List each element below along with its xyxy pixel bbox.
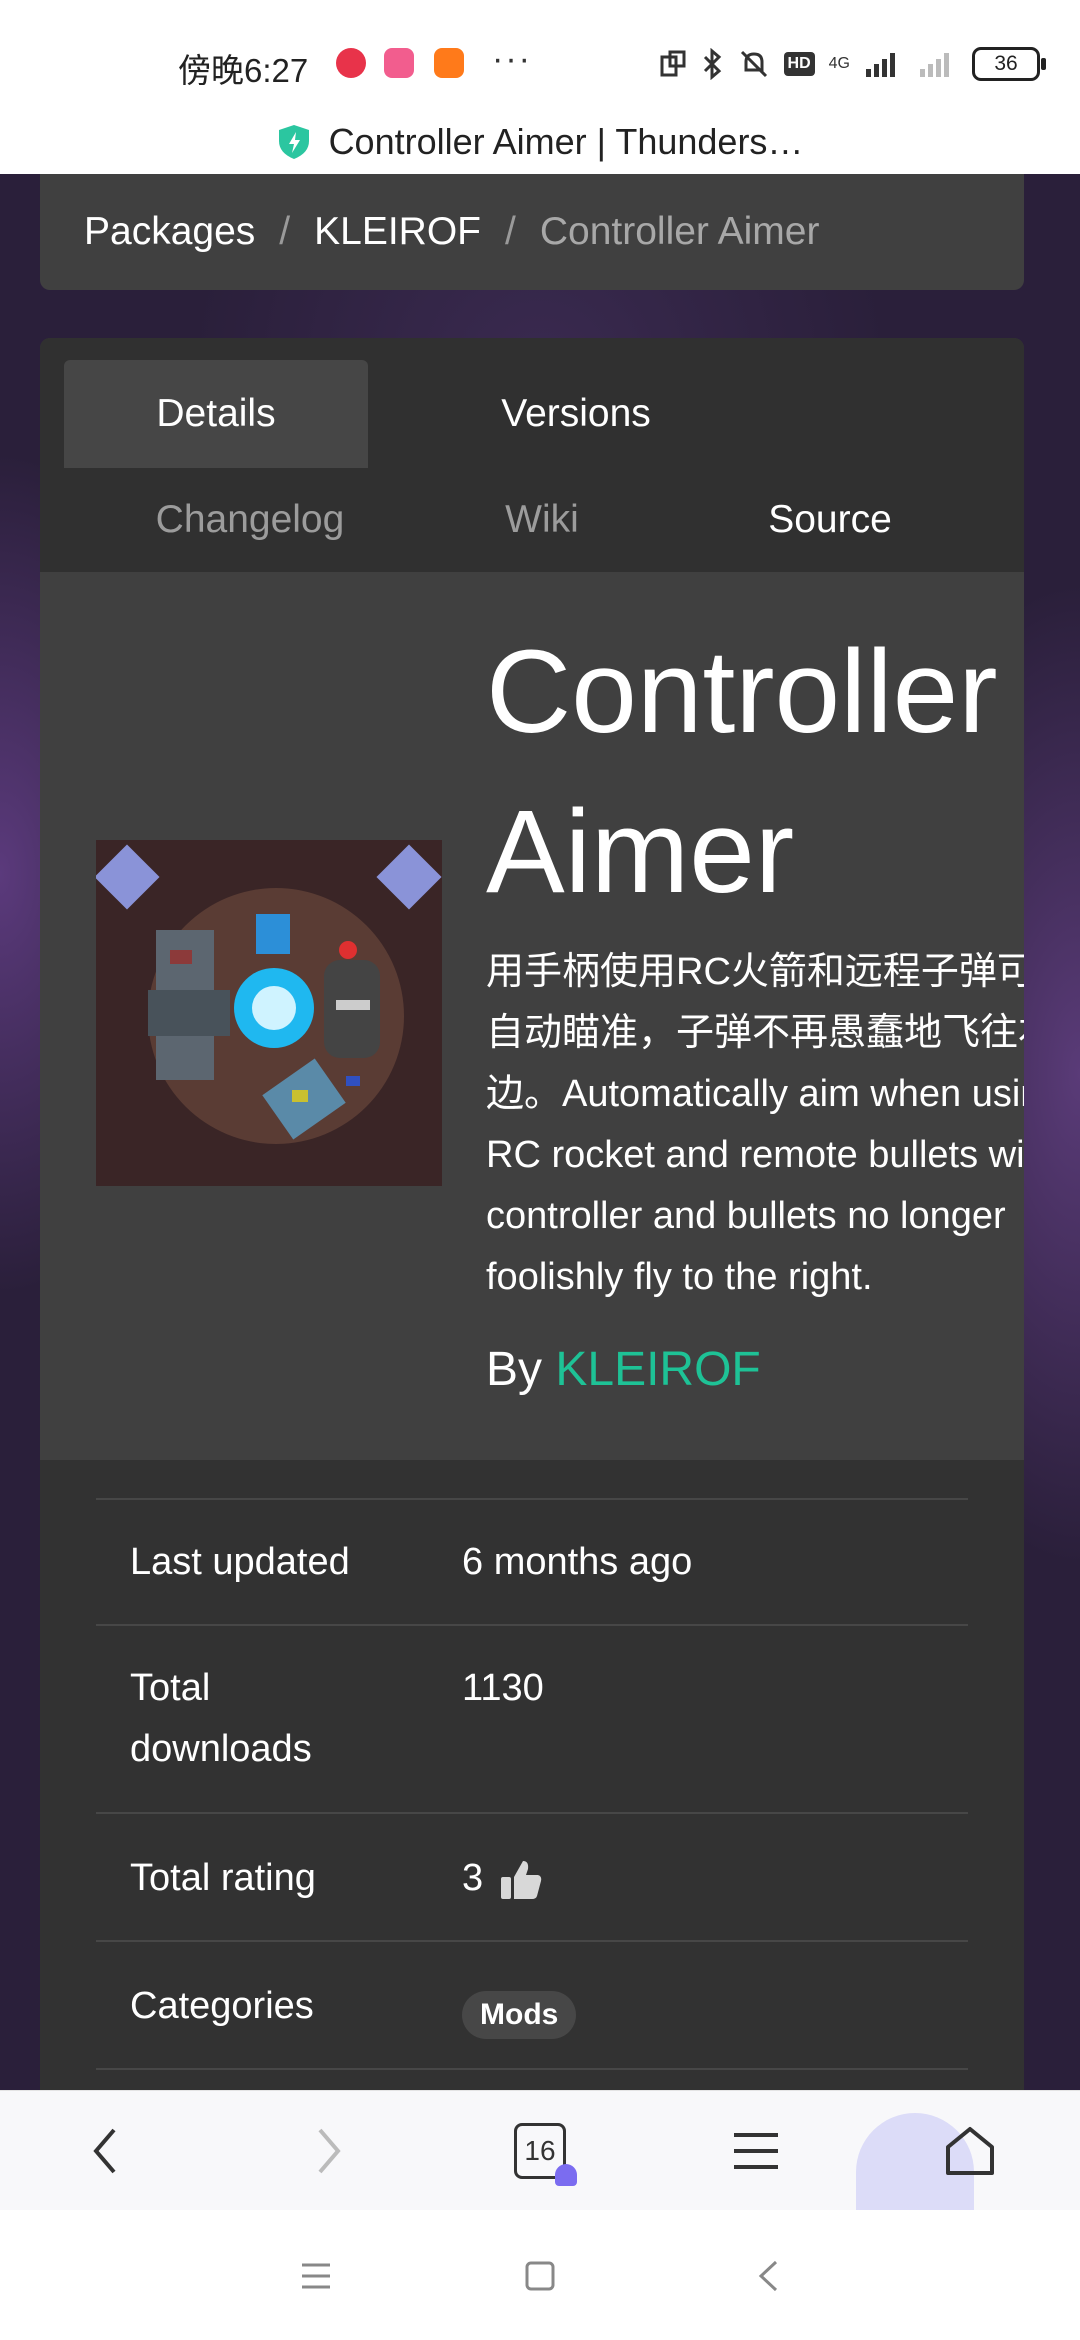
hd-icon: HD (783, 52, 815, 76)
package-metadata: Last updated 6 months ago Total download… (40, 1460, 1024, 2090)
meta-row-rating: Total rating 3 (96, 1812, 968, 1942)
battery-icon: 36 (972, 47, 1046, 81)
home-nav-button[interactable] (510, 2246, 570, 2306)
meta-label: Last updated (130, 1541, 350, 1583)
package-description: 用手柄使用RC火箭和远程子弹可以自动瞄准，子弹不再愚蠢地飞往右边。Automat… (486, 951, 1024, 1298)
breadcrumb-separator: / (279, 210, 291, 253)
shopping-app-icon (434, 48, 464, 78)
bilibili-app-icon (384, 48, 414, 78)
tab-details[interactable]: Details (64, 360, 368, 468)
bluetooth-icon (703, 48, 721, 80)
status-time: 傍晚6:27 (178, 52, 309, 89)
system-navigation-bar (0, 2210, 1080, 2340)
package-tabs: Details Versions Changelog Wiki Source (40, 338, 1024, 572)
package-header: Controller Aimer 用手柄使用RC火箭和远程子弹可以自动瞄准，子弹… (40, 572, 1024, 1460)
forward-button[interactable] (288, 2111, 368, 2191)
meta-label: Total downloads (130, 1667, 312, 1770)
menu-lines-icon (302, 2263, 330, 2289)
tab-versions[interactable]: Versions (426, 360, 726, 468)
hamburger-icon (734, 2133, 778, 2169)
meta-divider (96, 2068, 968, 2072)
ghost-badge-icon (555, 2164, 577, 2186)
music-app-icon (336, 48, 366, 78)
tabs-button[interactable]: 16 (500, 2111, 580, 2191)
package-author: By KLEIROF (486, 1342, 761, 1397)
thumbs-up-icon[interactable] (499, 1857, 543, 1901)
tab-source[interactable]: Source (740, 468, 920, 572)
category-badge[interactable]: Mods (462, 1991, 577, 2039)
home-icon (946, 2127, 994, 2175)
page-title: Controller Aimer | Thunders… (328, 121, 804, 162)
back-nav-button[interactable] (738, 2246, 798, 2306)
status-icons: HD 4G 36 (658, 44, 1046, 84)
browser-toolbar: 16 (0, 2090, 1080, 2223)
meta-label: Total rating (130, 1857, 316, 1899)
meta-value: 3 (462, 1848, 543, 1909)
meta-row-categories: Categories Mods (96, 1940, 968, 2070)
square-icon (525, 2261, 555, 2291)
signal-icon (866, 53, 895, 77)
meta-value: 1130 (462, 1667, 544, 1709)
meta-label: Categories (130, 1985, 314, 2027)
by-label: By (486, 1343, 543, 1396)
breadcrumb-current: Controller Aimer (539, 210, 820, 253)
recent-apps-button[interactable] (286, 2246, 346, 2306)
breadcrumb-separator: / (505, 210, 516, 253)
menu-button[interactable] (716, 2111, 796, 2191)
author-link[interactable]: KLEIROF (555, 1343, 760, 1396)
breadcrumb-author[interactable]: KLEIROF (314, 210, 481, 254)
chevron-right-icon (318, 2128, 341, 2174)
status-bar: 傍晚6:27 ··· HD 4G 36 (0, 0, 1080, 110)
meta-value: Mods (462, 1982, 577, 2043)
rating-count: 3 (462, 1857, 484, 1899)
tab-wiki[interactable]: Wiki (482, 468, 602, 572)
package-title: Controller Aimer (486, 626, 998, 918)
back-button[interactable] (66, 2111, 146, 2191)
package-icon (96, 840, 442, 1186)
package-card: Details Versions Changelog Wiki Source C… (40, 338, 1024, 2090)
home-button[interactable] (930, 2111, 1010, 2191)
signal-weak-icon (920, 53, 949, 77)
chevron-left-icon (93, 2128, 116, 2174)
shield-icon (278, 125, 309, 159)
tab-count: 16 (514, 2123, 577, 2186)
breadcrumb-packages[interactable]: Packages (84, 210, 255, 254)
screen-rotate-icon (660, 50, 686, 77)
mute-bell-icon (740, 50, 767, 78)
network-type: 4G (828, 55, 850, 72)
more-notifications-icon: ··· (492, 40, 532, 78)
address-bar[interactable]: Controller Aimer | Thunders… (0, 110, 1080, 174)
tab-changelog[interactable]: Changelog (110, 468, 390, 572)
meta-row-last-updated: Last updated 6 months ago (96, 1498, 968, 1626)
web-page: Packages / KLEIROF / Controller Aimer De… (0, 174, 1080, 2090)
meta-row-downloads: Total downloads 1130 (96, 1624, 968, 1814)
breadcrumb: Packages / KLEIROF / Controller Aimer (40, 174, 1024, 290)
back-arrow-icon (758, 2260, 778, 2292)
meta-value: 6 months ago (462, 1541, 693, 1583)
